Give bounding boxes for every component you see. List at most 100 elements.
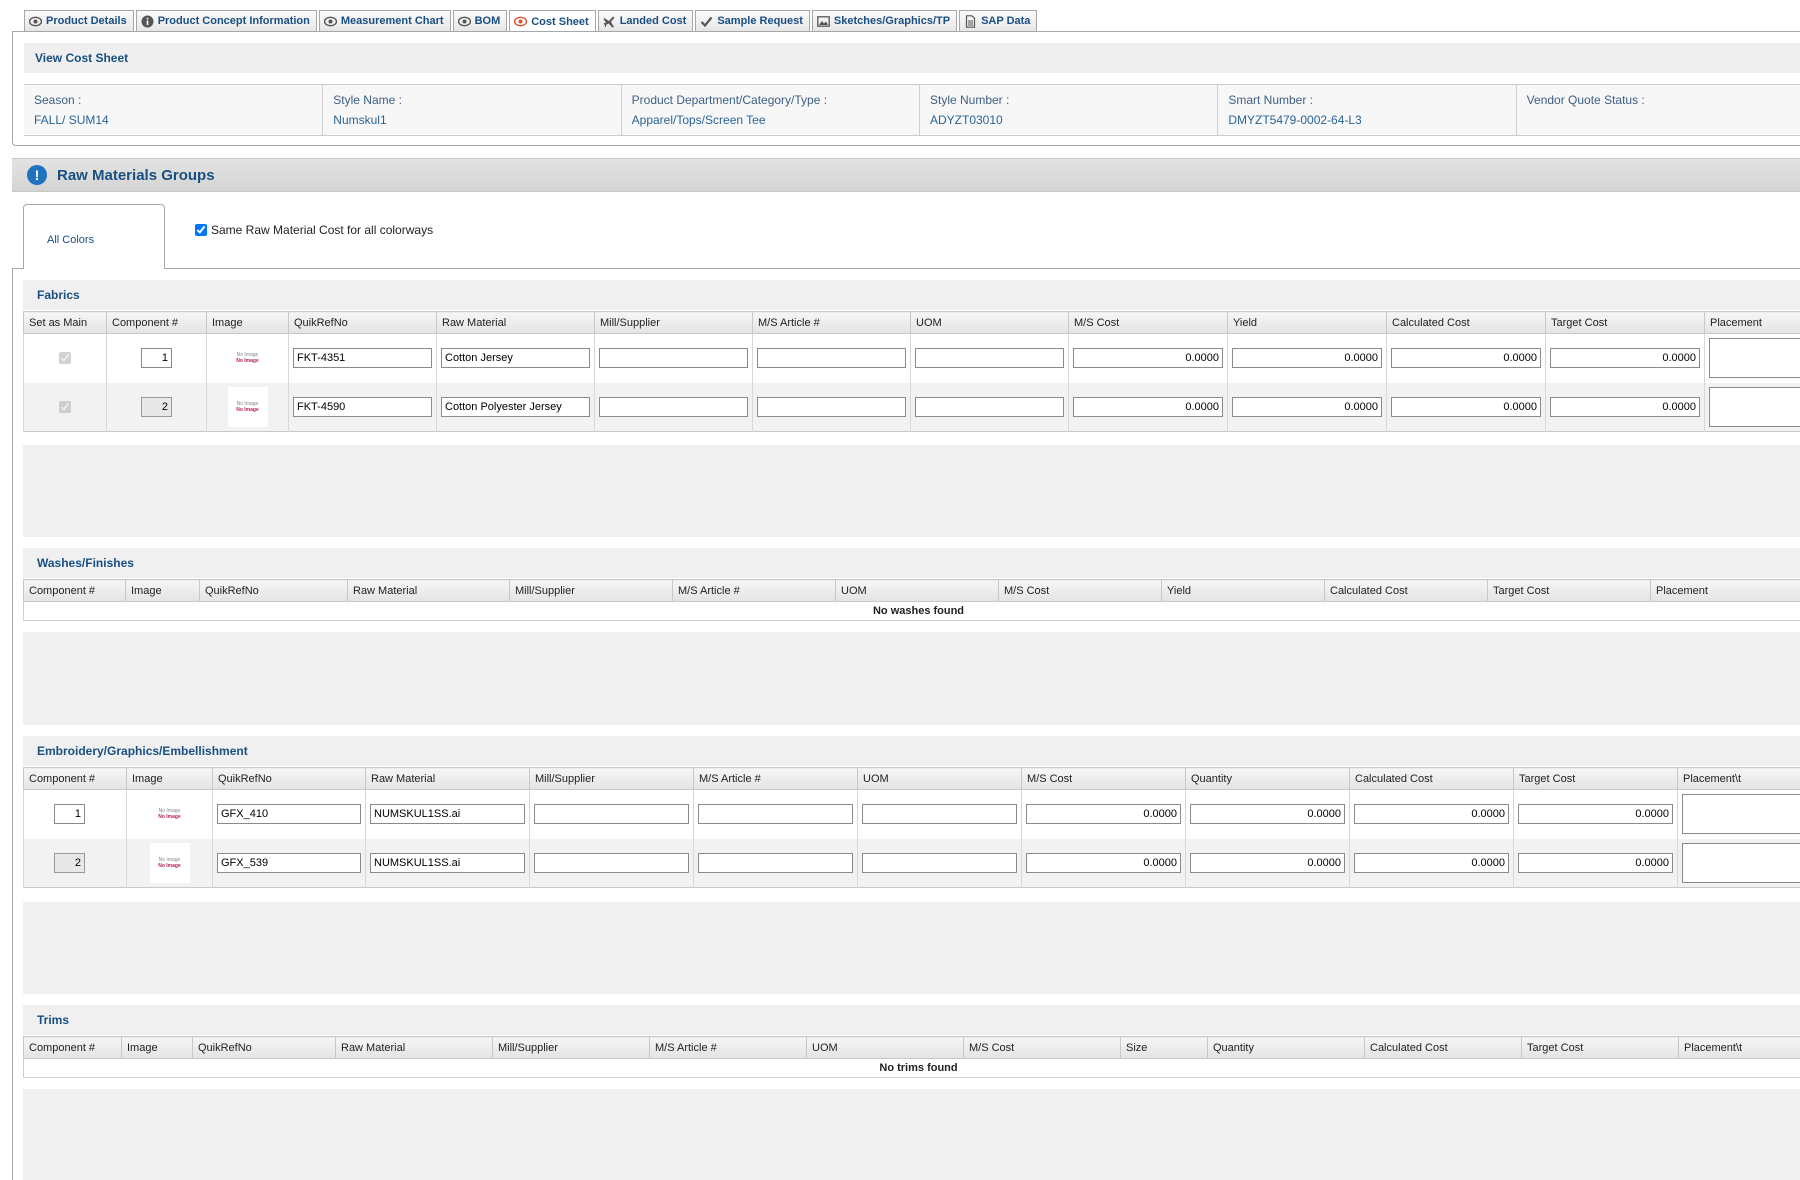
tab-product-details[interactable]: Product Details <box>24 10 134 31</box>
column-header[interactable]: M/S Article # <box>693 767 858 790</box>
ms-cost-input[interactable] <box>1073 396 1223 417</box>
placement-input[interactable] <box>1709 338 1800 379</box>
quantity-input[interactable] <box>1190 804 1345 825</box>
column-header[interactable]: QuikRefNo <box>288 311 437 334</box>
column-header[interactable]: Placement <box>1650 579 1800 602</box>
column-header[interactable]: QuikRefNo <box>212 767 366 790</box>
tab-landed-cost[interactable]: Landed Cost <box>597 10 694 31</box>
column-header[interactable]: Image <box>125 579 200 602</box>
column-header[interactable]: Mill/Supplier <box>492 1036 650 1059</box>
column-header[interactable]: M/S Article # <box>649 1036 807 1059</box>
column-header[interactable]: Quantity <box>1207 1036 1365 1059</box>
column-header[interactable]: Target Cost <box>1513 767 1678 790</box>
column-header[interactable]: Yield <box>1161 579 1325 602</box>
calculated-cost-input[interactable] <box>1354 804 1509 825</box>
column-header[interactable]: Raw Material <box>335 1036 493 1059</box>
column-header[interactable]: Component # <box>23 1036 122 1059</box>
target-cost-input[interactable] <box>1550 396 1700 417</box>
column-header[interactable]: Target Cost <box>1487 579 1651 602</box>
same-cost-option[interactable]: Same Raw Material Cost for all colorways <box>195 223 433 237</box>
column-header[interactable]: Yield <box>1227 311 1387 334</box>
calculated-cost-input[interactable] <box>1391 396 1541 417</box>
column-header[interactable]: M/S Cost <box>1021 767 1186 790</box>
uom-input[interactable] <box>862 804 1017 825</box>
column-header[interactable]: Component # <box>23 767 127 790</box>
ms-cost-input[interactable] <box>1026 852 1181 873</box>
ms-article-input[interactable] <box>698 852 853 873</box>
quikrefno-input[interactable] <box>293 396 432 417</box>
ms-article-input[interactable] <box>757 396 906 417</box>
column-header[interactable]: Raw Material <box>436 311 595 334</box>
tab-sample-request[interactable]: Sample Request <box>695 10 810 31</box>
column-header[interactable]: Placement\t <box>1678 1036 1800 1059</box>
placement-input[interactable] <box>1709 386 1800 427</box>
placement-input[interactable] <box>1682 842 1800 883</box>
calculated-cost-input[interactable] <box>1391 348 1541 369</box>
uom-input[interactable] <box>915 396 1064 417</box>
raw-material-input[interactable] <box>370 852 525 873</box>
ms-article-input[interactable] <box>757 348 906 369</box>
mill-supplier-input[interactable] <box>599 396 748 417</box>
yield-input[interactable] <box>1232 348 1382 369</box>
tab-cost-sheet[interactable]: Cost Sheet <box>509 10 596 32</box>
raw-material-input[interactable] <box>441 396 590 417</box>
column-header[interactable]: M/S Cost <box>998 579 1162 602</box>
column-header[interactable]: Image <box>121 1036 193 1059</box>
target-cost-input[interactable] <box>1518 852 1673 873</box>
column-header[interactable]: Component # <box>23 579 126 602</box>
graphic-thumbnail[interactable]: No Image No Image <box>149 794 190 835</box>
tab-bom[interactable]: BOM <box>452 10 508 31</box>
uom-input[interactable] <box>862 852 1017 873</box>
component-number-input[interactable] <box>141 348 172 369</box>
raw-material-input[interactable] <box>441 348 590 369</box>
column-header[interactable]: M/S Article # <box>672 579 836 602</box>
component-number-input[interactable] <box>54 804 85 825</box>
column-header[interactable]: Size <box>1120 1036 1208 1059</box>
column-header[interactable]: UOM <box>857 767 1022 790</box>
uom-input[interactable] <box>915 348 1064 369</box>
placement-input[interactable] <box>1682 794 1800 835</box>
column-header[interactable]: Placement <box>1704 311 1800 334</box>
tab-measurement-chart[interactable]: Measurement Chart <box>318 10 451 31</box>
set-as-main-checkbox[interactable] <box>59 352 71 365</box>
same-cost-checkbox[interactable] <box>195 224 207 236</box>
quikrefno-input[interactable] <box>217 804 361 825</box>
column-header[interactable]: Placement\t <box>1677 767 1800 790</box>
yield-input[interactable] <box>1232 396 1382 417</box>
column-header[interactable]: M/S Cost <box>963 1036 1121 1059</box>
column-header[interactable]: Mill/Supplier <box>509 579 673 602</box>
quikrefno-input[interactable] <box>217 852 361 873</box>
column-header[interactable]: Mill/Supplier <box>594 311 753 334</box>
ms-article-input[interactable] <box>698 804 853 825</box>
material-thumbnail[interactable]: No Image No Image <box>227 338 268 379</box>
column-header[interactable]: UOM <box>910 311 1069 334</box>
column-header[interactable]: Target Cost <box>1521 1036 1679 1059</box>
quikrefno-input[interactable] <box>293 348 432 369</box>
column-header[interactable]: Image <box>206 311 289 334</box>
column-header[interactable]: Raw Material <box>347 579 510 602</box>
column-header[interactable]: Calculated Cost <box>1364 1036 1522 1059</box>
column-header[interactable]: QuikRefNo <box>192 1036 336 1059</box>
tab-product-concept-information[interactable]: Product Concept Information <box>135 10 317 31</box>
ms-cost-input[interactable] <box>1073 348 1223 369</box>
column-header[interactable]: UOM <box>835 579 999 602</box>
column-header[interactable]: UOM <box>806 1036 964 1059</box>
column-header[interactable]: Target Cost <box>1545 311 1705 334</box>
ms-cost-input[interactable] <box>1026 804 1181 825</box>
mill-supplier-input[interactable] <box>599 348 748 369</box>
target-cost-input[interactable] <box>1518 804 1673 825</box>
column-header[interactable]: Set as Main <box>23 311 107 334</box>
tab-sap-data[interactable]: SAP Data <box>959 10 1038 31</box>
material-thumbnail[interactable]: No Image No Image <box>227 386 268 427</box>
mill-supplier-input[interactable] <box>534 852 689 873</box>
graphic-thumbnail[interactable]: No Image No Image <box>149 842 190 883</box>
column-header[interactable]: Calculated Cost <box>1386 311 1546 334</box>
set-as-main-checkbox[interactable] <box>59 400 71 413</box>
tab-sketches-graphics-tp[interactable]: Sketches/Graphics/TP <box>811 10 958 31</box>
component-number-input[interactable] <box>141 396 172 417</box>
component-number-input[interactable] <box>54 852 85 873</box>
quantity-input[interactable] <box>1190 852 1345 873</box>
column-header[interactable]: Image <box>126 767 213 790</box>
column-header[interactable]: Calculated Cost <box>1324 579 1488 602</box>
mill-supplier-input[interactable] <box>534 804 689 825</box>
